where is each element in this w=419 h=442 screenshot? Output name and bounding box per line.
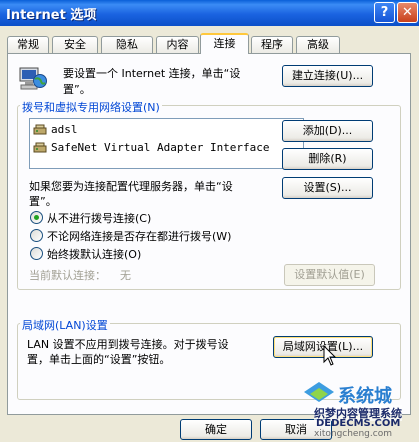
- ok-button[interactable]: 确定: [180, 419, 252, 440]
- list-item[interactable]: adsl: [33, 122, 78, 138]
- title-bar[interactable]: Internet 选项 ? ✕: [0, 0, 419, 26]
- watermark-line2: DEDECMS.COM: [316, 418, 401, 429]
- tab-programs[interactable]: 程序: [251, 36, 293, 53]
- list-item-label: SafeNet Virtual Adapter Interface: [51, 141, 270, 154]
- watermark-url: xitongcheng.com: [314, 429, 392, 439]
- watermark: 系统城 织梦内容管理系统 DEDECMS.COM xitongcheng.com: [300, 380, 419, 442]
- tab-advanced[interactable]: 高级: [296, 36, 340, 53]
- list-item-label: adsl: [51, 123, 78, 136]
- lan-text-line1: LAN 设置不应用到拨号连接。对于拨号设: [27, 338, 229, 351]
- modem-icon: [33, 141, 47, 155]
- modem-icon: [33, 123, 47, 137]
- radio-button[interactable]: [30, 211, 43, 224]
- radio-button[interactable]: [30, 229, 43, 242]
- connections-panel: 要设置一个 Internet 连接，单击“设 置”。 建立连接(U)... 拨号…: [7, 53, 411, 415]
- internet-options-window: Internet 选项 ? ✕ 常规 安全 隐私 内容 连接 程序 高级 要设置…: [0, 0, 419, 442]
- remove-button[interactable]: 删除(R): [282, 148, 373, 170]
- radio-always-dial-default[interactable]: 始终拨默认连接(O): [30, 246, 270, 262]
- list-item[interactable]: SafeNet Virtual Adapter Interface: [33, 140, 270, 156]
- setup-text-line2: 置”。: [63, 83, 91, 96]
- dialup-group-title: 拨号和虚拟专用网络设置(N): [20, 99, 162, 115]
- proxy-text-line1: 如果您要为连接配置代理服务器，单击“设: [29, 180, 233, 193]
- lan-group-title: 局域网(LAN)设置: [20, 317, 110, 333]
- setup-connection-button[interactable]: 建立连接(U)...: [282, 65, 373, 87]
- add-button[interactable]: 添加(D)...: [282, 120, 373, 142]
- radio-button[interactable]: [30, 247, 43, 260]
- lan-text-line2: 置，单击上面的“设置”按钮。: [27, 353, 171, 366]
- settings-button[interactable]: 设置(S)...: [282, 177, 373, 199]
- current-default-label: 当前默认连接：: [29, 269, 106, 282]
- radio-label: 不论网络连接是否存在都进行拨号(W): [47, 230, 232, 243]
- help-button[interactable]: ?: [374, 2, 395, 23]
- current-default-value: 无: [120, 269, 131, 282]
- radio-never-dial[interactable]: 从不进行拨号连接(C): [30, 210, 270, 226]
- computer-globe-icon: [18, 64, 48, 92]
- setup-text-line1: 要设置一个 Internet 连接，单击“设: [63, 67, 241, 80]
- tab-general[interactable]: 常规: [7, 36, 49, 53]
- tab-privacy[interactable]: 隐私: [101, 36, 153, 53]
- radio-label: 从不进行拨号连接(C): [47, 212, 152, 225]
- set-default-button[interactable]: 设置默认值(E): [284, 264, 375, 286]
- mouse-cursor-icon: [323, 344, 337, 370]
- window-title: Internet 选项: [6, 8, 97, 23]
- radio-label: 始终拨默认连接(O): [47, 248, 142, 261]
- close-button[interactable]: ✕: [397, 2, 418, 23]
- tab-content[interactable]: 内容: [156, 36, 199, 53]
- proxy-text-line2: 置”。: [29, 195, 57, 208]
- connections-listbox[interactable]: adsl SafeNet Virtual Adapter Interface: [29, 118, 304, 169]
- tab-connections[interactable]: 连接: [200, 33, 249, 54]
- tab-security[interactable]: 安全: [52, 36, 98, 53]
- radio-dial-whenever[interactable]: 不论网络连接是否存在都进行拨号(W): [30, 228, 270, 244]
